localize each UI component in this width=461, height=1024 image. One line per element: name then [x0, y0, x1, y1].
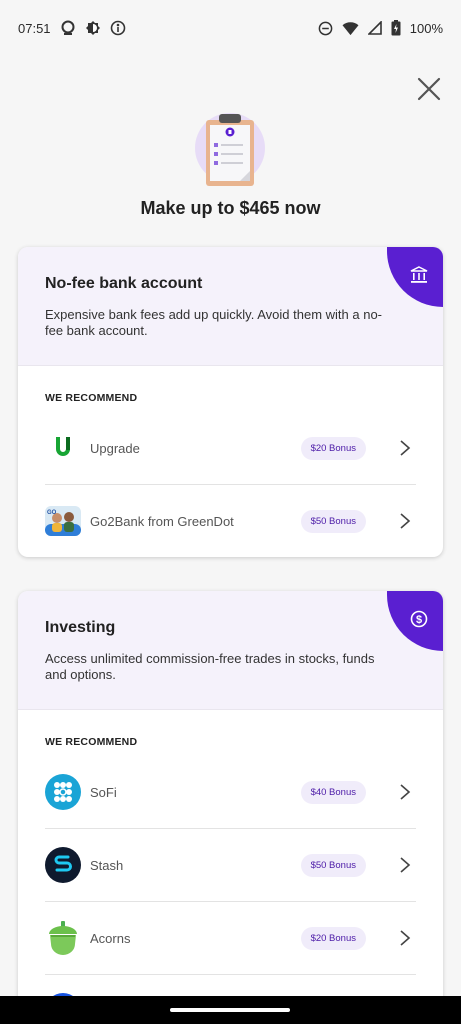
- recommendation-name: Stash: [90, 857, 124, 873]
- upgrade-logo: [45, 430, 81, 466]
- chevron-right-icon: [400, 784, 411, 800]
- card-body: WE RECOMMEND SoFi $40 Bonus Stash $50 Bo…: [18, 710, 443, 1021]
- recommendation-stash[interactable]: Stash $50 Bonus: [45, 829, 416, 902]
- chevron-right-icon: [400, 513, 411, 529]
- do-not-disturb-icon: [318, 21, 333, 35]
- bonus-badge: $50 Bonus: [300, 509, 366, 533]
- battery-percent: 100%: [409, 20, 443, 36]
- go2bank-logo: GO: [45, 503, 81, 539]
- acorns-logo: [45, 920, 81, 956]
- recommendation-upgrade[interactable]: Upgrade $20 Bonus: [45, 412, 416, 485]
- card-description: Expensive bank fees add up quickly. Avoi…: [45, 307, 382, 338]
- status-bar: 07:51 100%: [0, 0, 461, 56]
- bonus-badge: $20 Bonus: [300, 436, 366, 460]
- section-label: WE RECOMMEND: [45, 392, 138, 404]
- chevron-right-icon: [400, 930, 411, 946]
- wifi-icon: [342, 21, 359, 35]
- close-icon: [417, 77, 441, 101]
- svg-text:$: $: [416, 614, 422, 626]
- navigation-bar: [0, 996, 461, 1024]
- card-header: No-fee bank account Expensive bank fees …: [18, 247, 443, 366]
- clipboard-illustration: [194, 112, 268, 192]
- corner-badge: $: [387, 591, 443, 651]
- home-gesture-handle[interactable]: [170, 1008, 290, 1012]
- signal-icon: [367, 21, 382, 35]
- bonus-badge: $50 Bonus: [300, 853, 366, 877]
- bank-account-card: No-fee bank account Expensive bank fees …: [18, 247, 443, 557]
- recommendation-sofi[interactable]: SoFi $40 Bonus: [45, 756, 416, 829]
- card-title: No-fee bank account: [45, 275, 203, 292]
- bank-icon: [410, 266, 428, 283]
- accessibility-icon: [110, 20, 125, 36]
- recommendation-name: Upgrade: [90, 440, 140, 456]
- chevron-right-icon: [400, 857, 411, 873]
- recommendation-name: Acorns: [90, 930, 131, 946]
- recommendation-name: Go2Bank from GreenDot: [90, 513, 234, 529]
- status-time: 07:51: [18, 20, 51, 36]
- sofi-logo: [45, 774, 81, 810]
- section-label: WE RECOMMEND: [45, 736, 138, 748]
- bonus-badge: $20 Bonus: [300, 926, 366, 950]
- close-button[interactable]: [414, 74, 444, 104]
- recommendation-acorns[interactable]: Acorns $20 Bonus: [45, 902, 416, 975]
- recommendation-name: SoFi: [90, 784, 117, 800]
- card-header: Investing Access unlimited commission-fr…: [18, 591, 443, 710]
- svg-text:GO: GO: [47, 510, 57, 516]
- status-right: 100%: [318, 20, 443, 36]
- card-title: Investing: [45, 619, 116, 636]
- investing-card: Investing Access unlimited commission-fr…: [18, 591, 443, 1021]
- battery-icon: [391, 20, 401, 36]
- dollar-coin-icon: $: [410, 610, 428, 628]
- card-description: Access unlimited commission-free trades …: [45, 651, 375, 682]
- headline: Make up to $465 now: [140, 198, 321, 218]
- recommendation-go2bank[interactable]: GO Go2Bank from GreenDot $50 Bonus: [45, 485, 416, 557]
- assistant-icon: [61, 20, 75, 35]
- corner-badge: [387, 247, 443, 307]
- stash-logo: [45, 847, 81, 883]
- card-body: WE RECOMMEND Upgrade $20 Bonus GO Go2Ban…: [18, 366, 443, 557]
- bonus-badge: $40 Bonus: [300, 780, 366, 804]
- brightness-icon: [85, 21, 100, 35]
- status-left: 07:51: [18, 20, 126, 36]
- chevron-right-icon: [400, 440, 411, 456]
